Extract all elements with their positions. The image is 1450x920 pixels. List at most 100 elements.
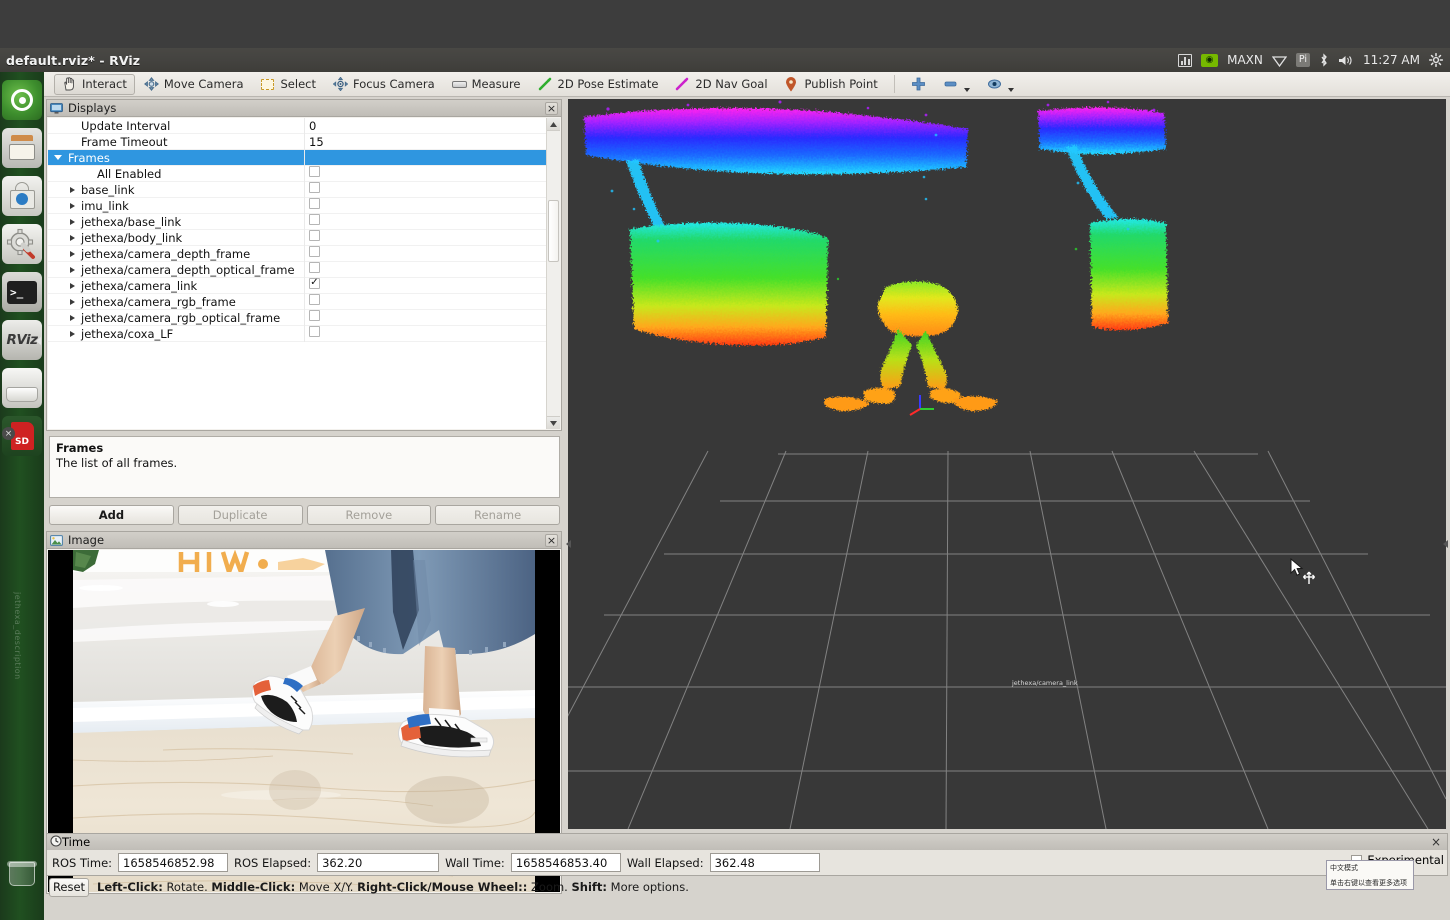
- time-field-input-0[interactable]: 1658546852.98: [118, 853, 229, 872]
- view-tool-button[interactable]: [979, 74, 1022, 95]
- row-value[interactable]: [304, 165, 546, 182]
- add-button[interactable]: Add: [49, 505, 174, 525]
- displays-row-jethexa-camera-rgb-frame[interactable]: jethexa/camera_rgb_frame: [48, 293, 546, 310]
- displays-row-update-interval[interactable]: Update Interval 0: [48, 118, 546, 134]
- expander-right-icon[interactable]: [70, 202, 75, 209]
- displays-close-button[interactable]: ×: [545, 101, 558, 115]
- launcher-item-drive[interactable]: [2, 368, 42, 408]
- tool-measure[interactable]: Measure: [444, 74, 529, 95]
- row-value[interactable]: [304, 325, 546, 342]
- bluetooth-icon[interactable]: [1319, 53, 1329, 67]
- row-value[interactable]: [304, 229, 546, 246]
- time-field-input-3[interactable]: 362.48: [709, 853, 820, 872]
- row-checkbox[interactable]: [309, 165, 320, 177]
- launcher-item-rviz[interactable]: RViz: [2, 320, 42, 360]
- image-close-button[interactable]: ×: [545, 533, 558, 547]
- gear-icon[interactable]: [1429, 53, 1443, 67]
- time-close-button[interactable]: ×: [1431, 836, 1444, 848]
- launcher-item-files[interactable]: [2, 128, 42, 168]
- row-value[interactable]: [304, 245, 546, 262]
- launcher-item-terminal[interactable]: >_: [2, 272, 42, 312]
- row-value[interactable]: [304, 213, 546, 230]
- row-checkbox[interactable]: [309, 245, 320, 257]
- time-field-input-1[interactable]: 362.20: [317, 853, 440, 872]
- reset-button[interactable]: Reset: [49, 877, 89, 897]
- row-checkbox[interactable]: [309, 197, 320, 209]
- displays-row-jethexa-base-link[interactable]: jethexa/base_link: [48, 213, 546, 230]
- expander-right-icon[interactable]: [70, 298, 75, 305]
- displays-row-frame-timeout[interactable]: Frame Timeout 15: [48, 133, 546, 150]
- displays-row-jethexa-camera-rgb-optical-frame[interactable]: jethexa/camera_rgb_optical_frame: [48, 309, 546, 326]
- displays-row-jethexa-camera-depth-frame[interactable]: jethexa/camera_depth_frame: [48, 245, 546, 262]
- displays-row-all-enabled[interactable]: All Enabled: [48, 165, 546, 182]
- displays-tree[interactable]: Update Interval 0 Frame Timeout 15 Frames All…: [48, 118, 546, 429]
- tool-publish-point[interactable]: Publish Point: [777, 74, 886, 95]
- launcher-item-system-settings[interactable]: [2, 224, 42, 264]
- left-dock-collapse-handle[interactable]: [564, 537, 572, 551]
- expander-right-icon[interactable]: [70, 218, 75, 225]
- displays-row-jethexa-camera-link[interactable]: jethexa/camera_link ✓: [48, 277, 546, 294]
- row-value[interactable]: [304, 181, 546, 198]
- tool-interact[interactable]: Interact: [54, 73, 135, 95]
- chevron-down-icon[interactable]: [963, 87, 970, 92]
- row-value[interactable]: ✓: [304, 277, 546, 294]
- displays-row-jethexa-body-link[interactable]: jethexa/body_link: [48, 229, 546, 246]
- displays-scrollbar[interactable]: [546, 118, 560, 429]
- row-checkbox[interactable]: [309, 181, 320, 193]
- displays-row-frames[interactable]: Frames: [48, 149, 546, 166]
- row-value[interactable]: [304, 149, 546, 166]
- remove-tool-button[interactable]: [935, 74, 978, 95]
- nvidia-icon[interactable]: ◉: [1201, 53, 1219, 67]
- row-value[interactable]: [304, 309, 546, 326]
- scroll-down-icon[interactable]: [547, 416, 560, 429]
- tool-2d-pose-estimate[interactable]: 2D Pose Estimate: [530, 74, 667, 95]
- expander-right-icon[interactable]: [70, 330, 75, 337]
- right-dock-collapse-handle[interactable]: [1441, 537, 1449, 551]
- add-tool-button[interactable]: [903, 74, 934, 95]
- row-value[interactable]: 15: [304, 133, 546, 150]
- scroll-up-icon[interactable]: [547, 118, 560, 131]
- sd-eject-icon[interactable]: ×: [2, 427, 15, 440]
- displays-row-imu-link[interactable]: imu_link: [48, 197, 546, 214]
- expander-right-icon[interactable]: [70, 282, 75, 289]
- launcher-item-trash[interactable]: [2, 854, 42, 894]
- row-checkbox[interactable]: [309, 293, 320, 305]
- row-value[interactable]: 0: [304, 118, 546, 134]
- row-checkbox[interactable]: ✓: [309, 277, 320, 289]
- launcher-item-software-center[interactable]: [2, 176, 42, 216]
- volume-icon[interactable]: [1338, 54, 1354, 67]
- tool-focus-camera[interactable]: Focus Camera: [325, 74, 443, 95]
- displays-row-base-link[interactable]: base_link: [48, 181, 546, 198]
- row-checkbox[interactable]: [309, 309, 320, 321]
- expander-right-icon[interactable]: [70, 186, 75, 193]
- expander-right-icon[interactable]: [70, 314, 75, 321]
- tool-select[interactable]: Select: [253, 74, 324, 95]
- time-field-input-2[interactable]: 1658546853.40: [510, 853, 621, 872]
- expander-down-icon[interactable]: [54, 155, 62, 160]
- row-value[interactable]: [304, 261, 546, 278]
- tool-move-camera[interactable]: Move Camera: [136, 74, 252, 95]
- scrollbar-thumb[interactable]: [548, 200, 559, 262]
- tool-2d-nav-goal[interactable]: 2D Nav Goal: [667, 74, 775, 95]
- wifi-icon[interactable]: [1271, 54, 1287, 67]
- expander-right-icon[interactable]: [70, 250, 75, 257]
- row-checkbox[interactable]: [309, 325, 320, 337]
- clock-label[interactable]: 11:27 AM: [1363, 53, 1420, 67]
- launcher-item-sd-card[interactable]: SD ×: [2, 416, 42, 456]
- row-checkbox[interactable]: [309, 213, 320, 225]
- displays-row-jethexa-coxa-lf[interactable]: jethexa/coxa_LF: [48, 325, 546, 342]
- displays-row-jethexa-camera-depth-optical-frame[interactable]: jethexa/camera_depth_optical_frame: [48, 261, 546, 278]
- row-value[interactable]: [304, 293, 546, 310]
- row-checkbox[interactable]: [309, 261, 320, 273]
- power-mode-label[interactable]: MAXN: [1227, 53, 1263, 67]
- tool-focus-camera-label: Focus Camera: [352, 77, 435, 91]
- chevron-down-icon-2[interactable]: [1007, 87, 1014, 92]
- row-checkbox[interactable]: [309, 229, 320, 241]
- row-value[interactable]: [304, 197, 546, 214]
- keyboard-indicator[interactable]: Pi: [1295, 53, 1311, 67]
- launcher-item-ubuntu-dash[interactable]: [2, 80, 42, 120]
- 3d-render-view[interactable]: jethexa/camera_link: [568, 99, 1446, 829]
- expander-right-icon[interactable]: [70, 266, 75, 273]
- expander-right-icon[interactable]: [70, 234, 75, 241]
- system-monitor-icon[interactable]: [1178, 53, 1193, 67]
